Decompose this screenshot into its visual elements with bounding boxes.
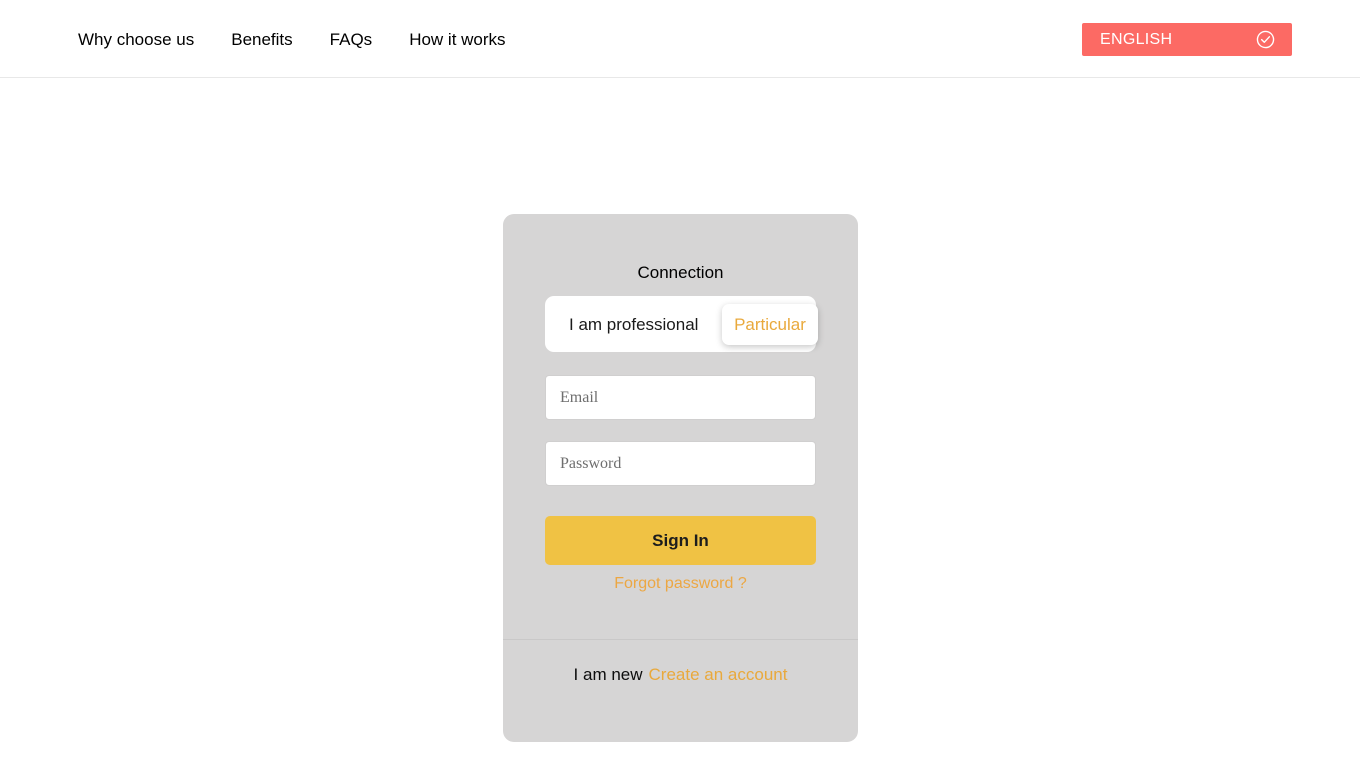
check-circle-icon [1255,29,1276,50]
toggle-option-particular[interactable]: Particular [722,304,818,345]
page-title: Connection [637,263,724,282]
forgot-password-link[interactable]: Forgot password ? [545,576,816,592]
password-field[interactable] [545,441,816,486]
new-user-label: I am new [573,665,643,684]
sign-in-button[interactable]: Sign In [545,516,816,565]
create-account-link[interactable]: Create an account [649,665,788,685]
nav-item-faqs[interactable]: FAQs [330,31,373,48]
nav-item-why-choose-us[interactable]: Why choose us [78,31,194,48]
nav-item-benefits[interactable]: Benefits [231,31,292,48]
toggle-option-professional[interactable]: I am professional [569,316,698,333]
site-header: Why choose us Benefits FAQs How it works… [0,0,1360,78]
nav-item-how-it-works[interactable]: How it works [409,31,505,48]
login-card-body: Connection I am professional Particular … [503,214,858,639]
login-card: Connection I am professional Particular … [503,214,858,742]
page-main: Connection I am professional Particular … [0,78,1360,764]
email-field[interactable] [545,375,816,420]
language-selector-label: ENGLISH [1100,30,1173,48]
account-type-toggle[interactable]: I am professional Particular [545,296,818,352]
language-selector-button[interactable]: ENGLISH [1082,23,1292,56]
login-card-footer: I am new Create an account [503,639,858,742]
main-navigation: Why choose us Benefits FAQs How it works [78,0,506,78]
